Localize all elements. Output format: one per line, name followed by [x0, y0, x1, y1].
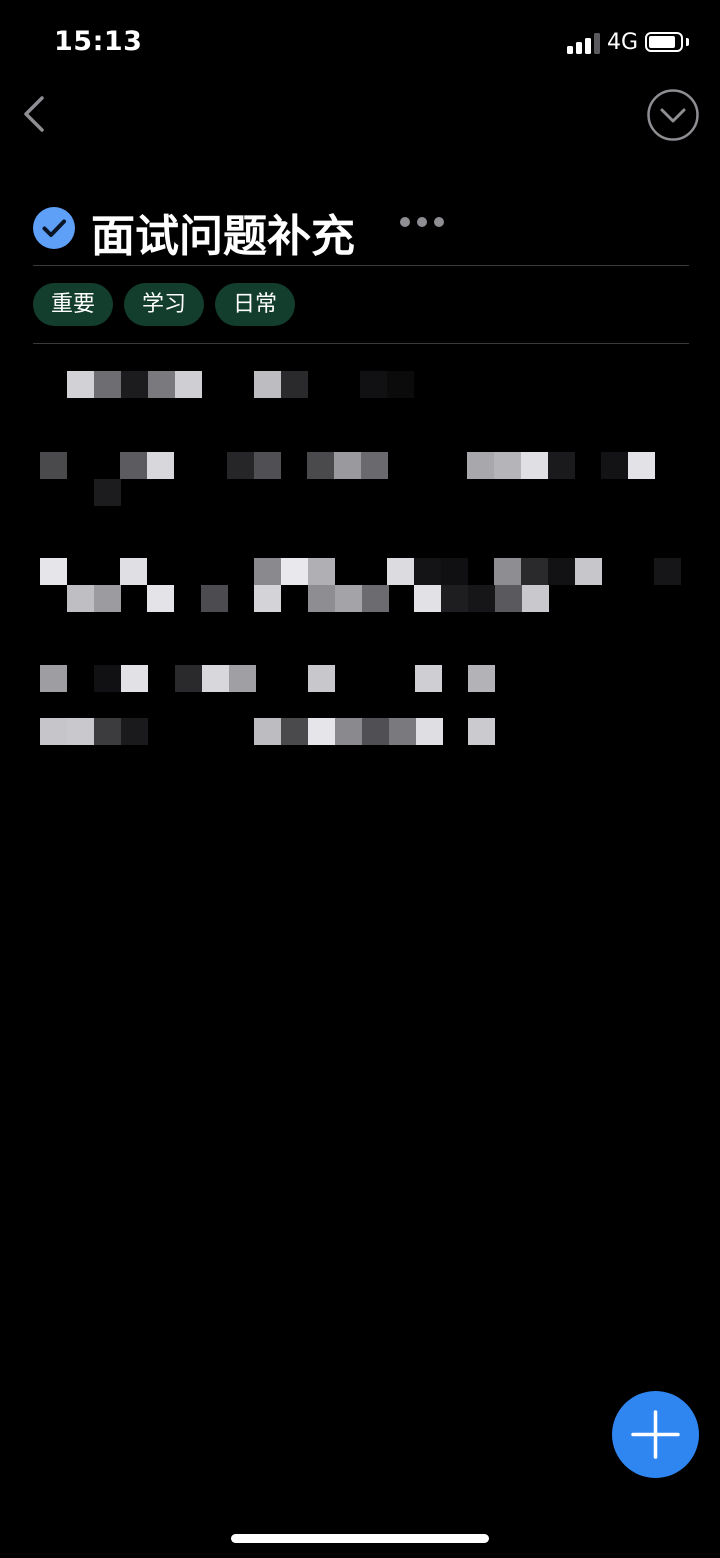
signal-bar [576, 42, 582, 54]
ellipsis-icon [400, 217, 444, 227]
tag-important[interactable]: 重要 [33, 283, 114, 326]
status-time: 15:13 [54, 26, 143, 57]
battery-level [649, 36, 675, 48]
note-body-obscured[interactable] [40, 357, 681, 757]
collapse-button[interactable] [646, 88, 700, 142]
title-divider [33, 265, 689, 266]
signal-bar [585, 38, 591, 54]
completed-check-icon[interactable] [33, 207, 75, 249]
signal-bar [594, 33, 600, 54]
network-type: 4G [607, 30, 639, 55]
chevron-left-icon [24, 96, 44, 132]
signal-bar [567, 46, 573, 54]
battery-icon [645, 32, 683, 52]
tags-divider [33, 343, 689, 344]
more-options-button[interactable] [399, 210, 447, 234]
check-circle-icon [33, 207, 75, 249]
back-button[interactable] [14, 90, 58, 138]
home-indicator[interactable] [231, 1534, 489, 1543]
battery-cap [686, 38, 689, 46]
tag-list: 重要 学习 日常 [33, 283, 296, 326]
tag-daily[interactable]: 日常 [215, 283, 296, 326]
tag-study[interactable]: 学习 [124, 283, 205, 326]
plus-icon [631, 1410, 680, 1459]
signal-strength-icon [567, 32, 601, 54]
note-title-row: 面试问题补充 [33, 196, 688, 262]
note-title[interactable]: 面试问题补充 [91, 200, 355, 264]
status-bar: 15:13 4G [0, 0, 720, 88]
chevron-down-circle-icon [647, 89, 699, 141]
add-button[interactable] [612, 1391, 699, 1478]
